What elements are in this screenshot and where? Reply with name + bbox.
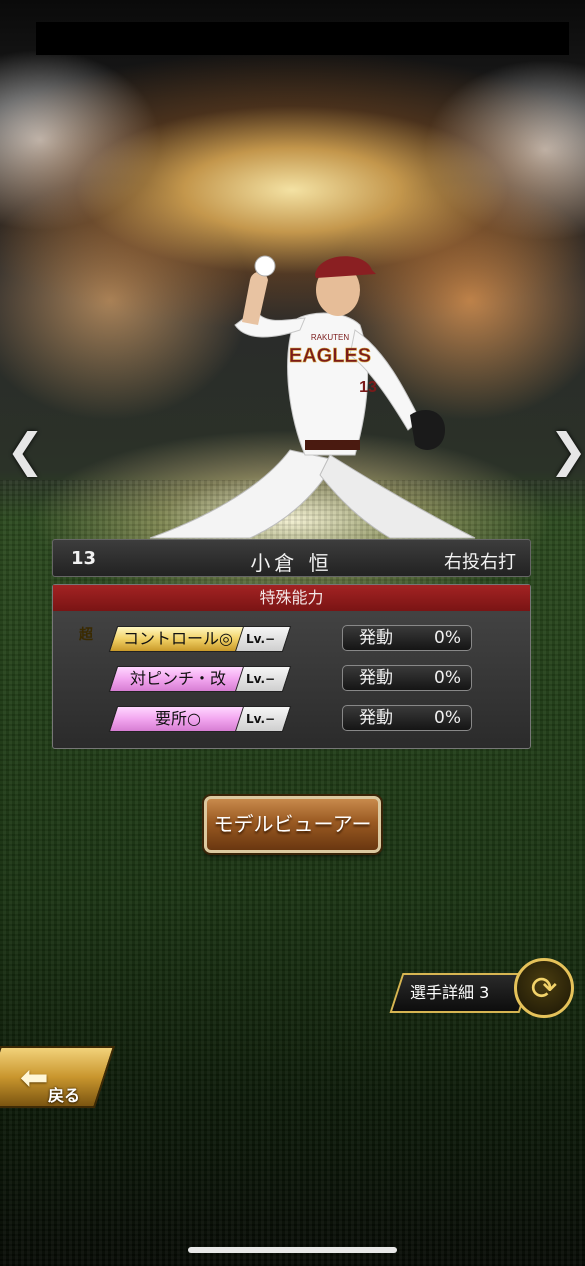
player-detail-button[interactable]: 選手詳細 3 [389, 973, 533, 1013]
special-abilities-panel: 特殊能力 コントロール◎ 超 Lv.− 発動 0% 対ピンチ・改 Lv.− 発動… [52, 584, 531, 749]
prev-player-arrow-icon[interactable]: ❮ [6, 425, 45, 475]
special-abilities-header: 特殊能力 [53, 585, 530, 611]
back-label[interactable]: 戻る [48, 1082, 80, 1106]
home-indicator[interactable] [188, 1247, 397, 1253]
jersey-team-big: EAGLES [289, 345, 371, 367]
ability-label: 対ピンチ・改 [129, 669, 226, 688]
ability-row[interactable]: 要所○ Lv.− 発動 0% [53, 704, 530, 734]
refresh-icon[interactable]: ⟳ [514, 958, 574, 1018]
player-illustration: RAKUTEN EAGLES 13 [149, 255, 476, 539]
super-star-icon: 超 [79, 627, 93, 643]
trigger-label: 発動 [359, 628, 393, 648]
player-handedness: 右投右打 [444, 552, 516, 573]
ability-trigger-box: 発動 0% [342, 665, 472, 691]
jersey-number: 13 [359, 379, 377, 396]
ability-trigger-box: 発動 0% [342, 625, 472, 651]
ability-trigger-box: 発動 0% [342, 705, 472, 731]
model-viewer-button[interactable]: モデルビューアー [204, 796, 381, 853]
trigger-value: 0% [434, 628, 461, 648]
ability-level: Lv.− [246, 712, 276, 726]
status-bar-mask [36, 22, 569, 55]
ability-level-badge: Lv.− [234, 706, 292, 732]
ability-label-badge: 対ピンチ・改 [108, 666, 248, 692]
ability-label-badge: コントロール◎ [108, 626, 248, 652]
ability-level: Lv.− [246, 632, 276, 646]
trigger-value: 0% [434, 708, 461, 728]
ability-level-badge: Lv.− [234, 666, 292, 692]
ability-row[interactable]: 対ピンチ・改 Lv.− 発動 0% [53, 664, 530, 694]
ability-label-badge: 要所○ [108, 706, 248, 732]
trigger-label: 発動 [359, 708, 393, 728]
ability-level-badge: Lv.− [234, 626, 292, 652]
player-detail-label: 選手詳細 3 [410, 983, 490, 1002]
ability-level: Lv.− [246, 672, 276, 686]
back-arrow-icon: ⬅ [20, 1058, 49, 1098]
ability-label: コントロール◎ [123, 629, 233, 648]
ability-row[interactable]: コントロール◎ 超 Lv.− 発動 0% [53, 624, 530, 654]
next-player-arrow-icon[interactable]: ❯ [549, 425, 585, 475]
trigger-label: 発動 [359, 668, 393, 688]
player-name-bar: 13 小倉 恒 右投右打 [52, 539, 531, 577]
trigger-value: 0% [434, 668, 461, 688]
ability-label: 要所○ [155, 709, 201, 728]
jersey-team-small: RAKUTEN [311, 333, 349, 342]
